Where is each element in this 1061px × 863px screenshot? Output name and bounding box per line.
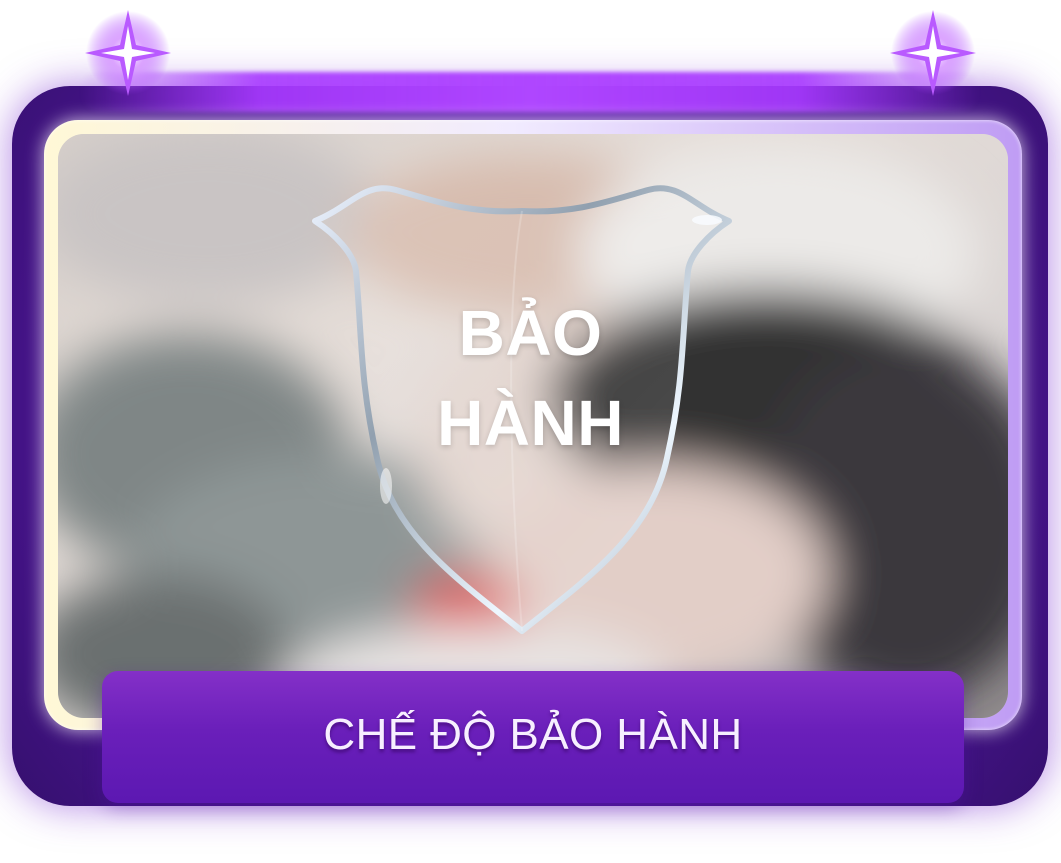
sparkle-icon [890, 10, 976, 96]
warranty-card[interactable]: BẢO HÀNH CHẾ ĐỘ BẢO HÀNH [0, 0, 1061, 863]
warranty-label-button[interactable]: CHẾ ĐỘ BẢO HÀNH [102, 671, 964, 803]
card-top-glow [80, 72, 980, 112]
sparkle-icon [85, 10, 171, 96]
shield-title-line-two: HÀNH [437, 387, 624, 459]
shield-title-line-one: BẢO [458, 297, 603, 369]
warranty-label-text: CHẾ ĐỘ BẢO HÀNH [323, 710, 743, 759]
